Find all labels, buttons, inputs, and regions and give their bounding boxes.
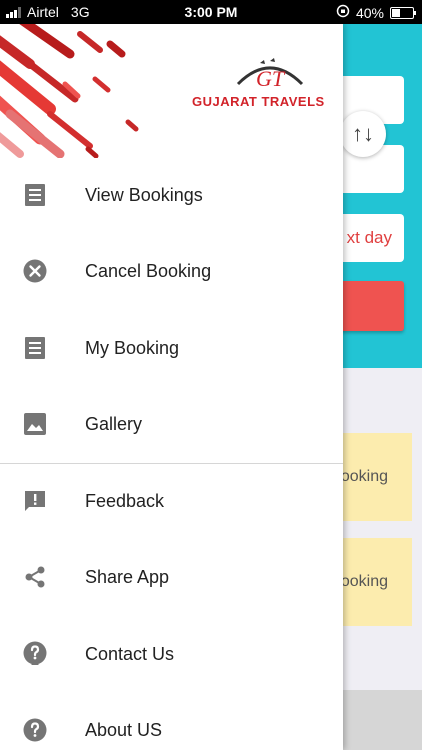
menu-item-cancel-booking[interactable]: Cancel Booking xyxy=(0,233,343,309)
help-icon xyxy=(22,641,48,667)
menu-label: Feedback xyxy=(85,490,165,511)
menu-item-contact-us[interactable]: Contact Us xyxy=(0,616,343,692)
menu-item-view-bookings[interactable]: View Bookings xyxy=(0,157,343,233)
feedback-icon xyxy=(22,488,48,514)
menu-label: About US xyxy=(85,719,163,740)
battery-icon xyxy=(390,6,416,19)
menu-item-share-app[interactable]: Share App xyxy=(0,539,343,615)
navigation-drawer: GT GUJARAT TRAVELS View Bookings Cancel … xyxy=(0,24,343,750)
menu-item-about-us[interactable]: About US xyxy=(0,692,343,750)
status-bar: Airtel 3G 3:00 PM 40% xyxy=(0,0,422,24)
share-icon xyxy=(22,564,48,590)
drawer-header: GT GUJARAT TRAVELS xyxy=(0,24,343,158)
menu-label: Gallery xyxy=(85,413,143,434)
svg-text:GT: GT xyxy=(256,66,286,91)
menu-label: View Bookings xyxy=(85,184,203,205)
receipt-icon xyxy=(22,335,48,361)
menu-label: Cancel Booking xyxy=(85,260,212,281)
menu-label: Share App xyxy=(85,566,170,587)
menu-label: My Booking xyxy=(85,337,180,358)
rotation-lock-icon xyxy=(336,4,350,21)
app-screen: Airtel 3G 3:00 PM 40% ↑↓ xt day ooking o… xyxy=(0,0,422,750)
header-decoration xyxy=(0,24,139,158)
receipt-icon xyxy=(22,182,48,208)
image-icon xyxy=(22,411,48,437)
menu-label: Contact Us xyxy=(85,643,175,664)
menu-item-my-booking[interactable]: My Booking xyxy=(0,310,343,386)
battery-percent: 40% xyxy=(355,4,384,21)
logo-emblem: GT xyxy=(236,58,304,91)
swap-icon[interactable]: ↑↓ xyxy=(340,111,386,157)
menu-item-gallery[interactable]: Gallery xyxy=(0,386,343,462)
help-circle-icon xyxy=(22,717,48,743)
cancel-circle-icon xyxy=(22,258,48,284)
brand-name: GUJARAT TRAVELS xyxy=(192,94,325,109)
menu-item-feedback[interactable]: Feedback xyxy=(0,463,343,539)
